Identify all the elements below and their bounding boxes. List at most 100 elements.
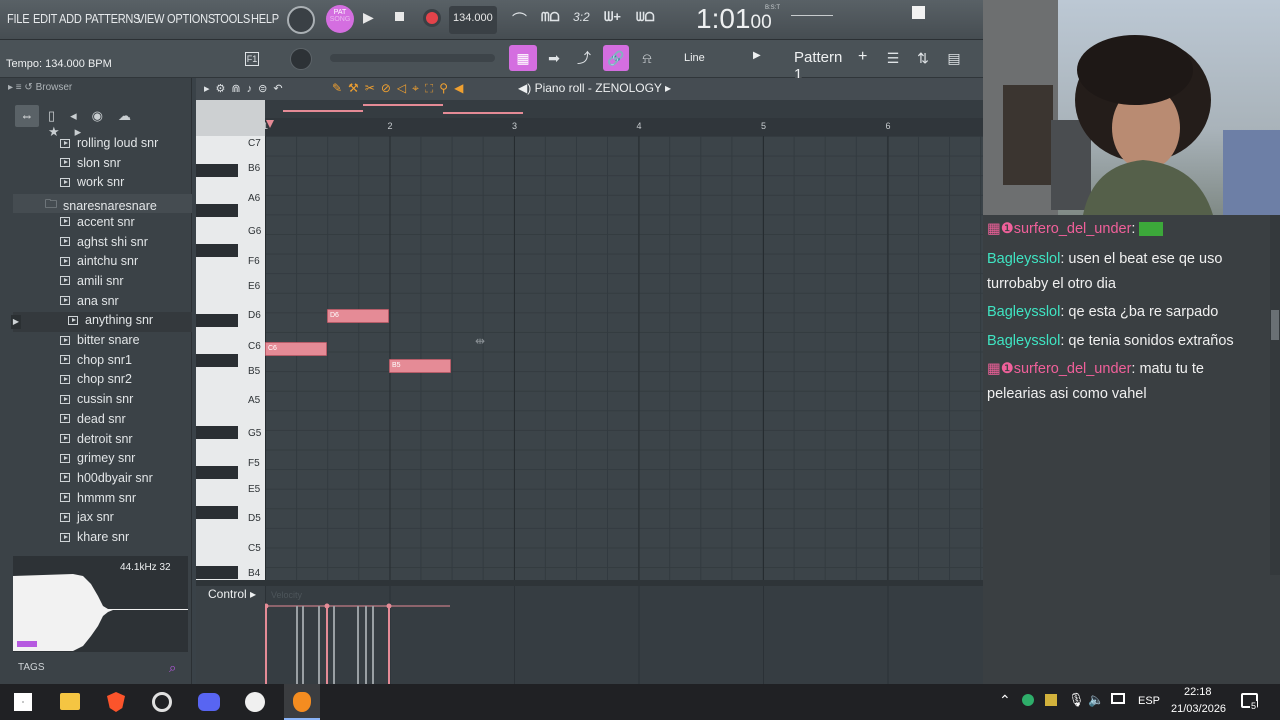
browser-all-icon[interactable]: ⇔ bbox=[15, 105, 39, 127]
timeline-ruler[interactable]: 123456 bbox=[263, 118, 983, 136]
browser-item[interactable]: aintchu snr bbox=[60, 254, 138, 268]
obs-icon[interactable] bbox=[152, 692, 172, 712]
tray-chevron-icon[interactable]: ⌃ bbox=[999, 692, 1011, 709]
control-label[interactable]: Control ▸ bbox=[208, 587, 256, 601]
browser-item[interactable]: chop snr2 bbox=[60, 372, 132, 386]
network-icon[interactable] bbox=[1111, 693, 1125, 704]
wait-input-icon[interactable]: ᗰᗝ bbox=[541, 10, 560, 25]
menu-file[interactable]: FILE bbox=[7, 11, 30, 26]
language-indicator[interactable]: ESP bbox=[1138, 695, 1160, 707]
record-icon[interactable] bbox=[426, 12, 438, 24]
step-edit-icon[interactable]: ᗯ+ bbox=[604, 9, 621, 25]
browser-item[interactable]: bitter snare bbox=[60, 333, 140, 347]
tray-app-icon[interactable] bbox=[1022, 694, 1034, 706]
browser-item[interactable]: dead snr bbox=[60, 412, 126, 426]
overview-bar[interactable] bbox=[265, 100, 983, 118]
note-b5[interactable]: B5 bbox=[389, 359, 451, 373]
browser-item[interactable]: anything snr bbox=[68, 313, 153, 327]
black-key[interactable] bbox=[196, 506, 238, 519]
browser-item[interactable]: h00dbyair snr bbox=[60, 471, 153, 485]
snap-select[interactable]: Line bbox=[666, 50, 740, 68]
master-slider[interactable] bbox=[330, 54, 495, 62]
browser-item[interactable]: jax snr bbox=[60, 510, 114, 524]
browser-item[interactable]: detroit snr bbox=[60, 432, 133, 446]
mixer-icon[interactable]: ⇅ bbox=[910, 46, 936, 70]
discord-icon[interactable] bbox=[198, 693, 220, 711]
clock-app-icon[interactable] bbox=[245, 692, 265, 712]
black-key[interactable] bbox=[196, 204, 238, 217]
menu-options[interactable]: OPTIONS bbox=[167, 11, 215, 26]
chat-user[interactable]: surfero_del_under bbox=[1014, 221, 1132, 237]
menu-edit[interactable]: EDIT bbox=[33, 11, 57, 26]
file-explorer-icon[interactable] bbox=[60, 693, 80, 710]
pattern-select[interactable]: Pattern 1 bbox=[770, 47, 854, 83]
black-key[interactable] bbox=[196, 164, 238, 177]
menu-add[interactable]: ADD bbox=[59, 11, 82, 26]
microphone-icon[interactable]: 🎙 bbox=[1068, 692, 1085, 708]
browser-item[interactable]: chop snr1 bbox=[60, 353, 132, 367]
browser-item[interactable]: ana snr bbox=[60, 294, 119, 308]
chat-user[interactable]: Bagleysslol bbox=[987, 304, 1060, 320]
piano-keyboard[interactable]: C7 B6 A6 G6 F6 E6 D6 C6 B5 A5 G5 F5 E5 D5 C5 B4 bbox=[196, 136, 265, 636]
browser-item[interactable]: khare snr bbox=[60, 530, 129, 544]
browser-item[interactable]: amili snr bbox=[60, 274, 124, 288]
browser-item[interactable]: rolling loud snr bbox=[60, 136, 158, 150]
playlist-icon[interactable]: ☰ bbox=[880, 46, 906, 70]
menu-patterns[interactable]: PATTERNS bbox=[85, 11, 141, 26]
loop-record-icon[interactable]: ᗯᗝ bbox=[636, 10, 655, 25]
black-key[interactable] bbox=[196, 314, 238, 327]
clock-time[interactable]: 22:18 bbox=[1184, 686, 1212, 698]
bell-icon[interactable]: ⍾ bbox=[634, 46, 660, 70]
fl-studio-task[interactable] bbox=[284, 684, 320, 720]
browser-item[interactable]: cussin snr bbox=[60, 392, 133, 406]
add-pattern-icon[interactable]: + bbox=[858, 48, 867, 66]
clock-date[interactable]: 21/03/2026 bbox=[1171, 703, 1226, 715]
tray-app-icon-2[interactable] bbox=[1045, 694, 1057, 706]
windows-start-icon[interactable] bbox=[14, 693, 32, 711]
menu-help[interactable]: HELP bbox=[251, 11, 279, 26]
metronome-icon[interactable]: ⌒ bbox=[512, 9, 527, 30]
channel-rack-icon[interactable]: ▤ bbox=[941, 46, 967, 70]
browser-item[interactable]: work snr bbox=[60, 175, 124, 189]
pattern-prev-icon[interactable]: ▶ bbox=[753, 50, 761, 61]
preview-arrow-icon[interactable]: ▶ bbox=[11, 315, 21, 329]
black-key[interactable] bbox=[196, 354, 238, 367]
snap-icon[interactable]: ⤴ bbox=[571, 46, 597, 70]
master-pitch-knob[interactable] bbox=[290, 48, 312, 70]
tool-icons[interactable]: ▸⚙⋒♪⊜↶ bbox=[204, 82, 289, 95]
playlist-arrow-icon[interactable]: ➡ bbox=[541, 46, 567, 70]
black-key[interactable] bbox=[196, 566, 238, 579]
chat-user[interactable]: surfero_del_under bbox=[1014, 361, 1132, 377]
browser-item[interactable]: aghst shi snr bbox=[60, 235, 148, 249]
tempo-display[interactable]: 134.000 bbox=[449, 6, 497, 34]
browser-folder[interactable]: 🗀 snaresnaresnare bbox=[45, 195, 157, 216]
browser-item[interactable]: grimey snr bbox=[60, 451, 135, 465]
chat-user[interactable]: Bagleysslol bbox=[987, 251, 1060, 267]
chat-scrollbar[interactable] bbox=[1270, 215, 1280, 575]
playhead-marker[interactable] bbox=[266, 120, 274, 128]
piano-roll-icon[interactable]: ▦ bbox=[509, 45, 537, 71]
velocity-lane[interactable]: Velocity bbox=[265, 586, 983, 684]
link-icon[interactable]: 🔗 bbox=[603, 45, 629, 71]
draw-tool-icons[interactable]: ✎⚒✂⊘◁⌖⛶⚲◀ bbox=[332, 81, 469, 96]
black-key[interactable] bbox=[196, 244, 238, 257]
stop-icon[interactable] bbox=[395, 12, 404, 21]
note-c6[interactable]: C6 bbox=[265, 342, 327, 356]
browser-item[interactable]: accent snr bbox=[60, 215, 135, 229]
menu-view[interactable]: VIEW bbox=[137, 11, 164, 26]
f1-icon[interactable]: F1 bbox=[245, 52, 259, 66]
note-d6[interactable]: D6 bbox=[327, 309, 389, 323]
volume-icon[interactable]: 🔈 bbox=[1088, 692, 1104, 708]
brave-icon[interactable] bbox=[107, 692, 125, 712]
tags-search-icon[interactable]: ⌕ bbox=[169, 660, 176, 676]
play-icon[interactable]: ▶ bbox=[363, 9, 374, 26]
countdown-icon[interactable]: 3:2 bbox=[573, 10, 590, 24]
chat-scroll-thumb[interactable] bbox=[1271, 310, 1279, 340]
browser-item[interactable]: hmmm snr bbox=[60, 491, 136, 505]
black-key[interactable] bbox=[196, 426, 238, 439]
master-volume-knob[interactable] bbox=[287, 6, 315, 34]
menu-tools[interactable]: TOOLS bbox=[214, 11, 250, 26]
chat-user[interactable]: Bagleysslol bbox=[987, 333, 1060, 349]
pat-song-toggle[interactable]: PAT SONG bbox=[326, 5, 354, 33]
black-key[interactable] bbox=[196, 466, 238, 479]
